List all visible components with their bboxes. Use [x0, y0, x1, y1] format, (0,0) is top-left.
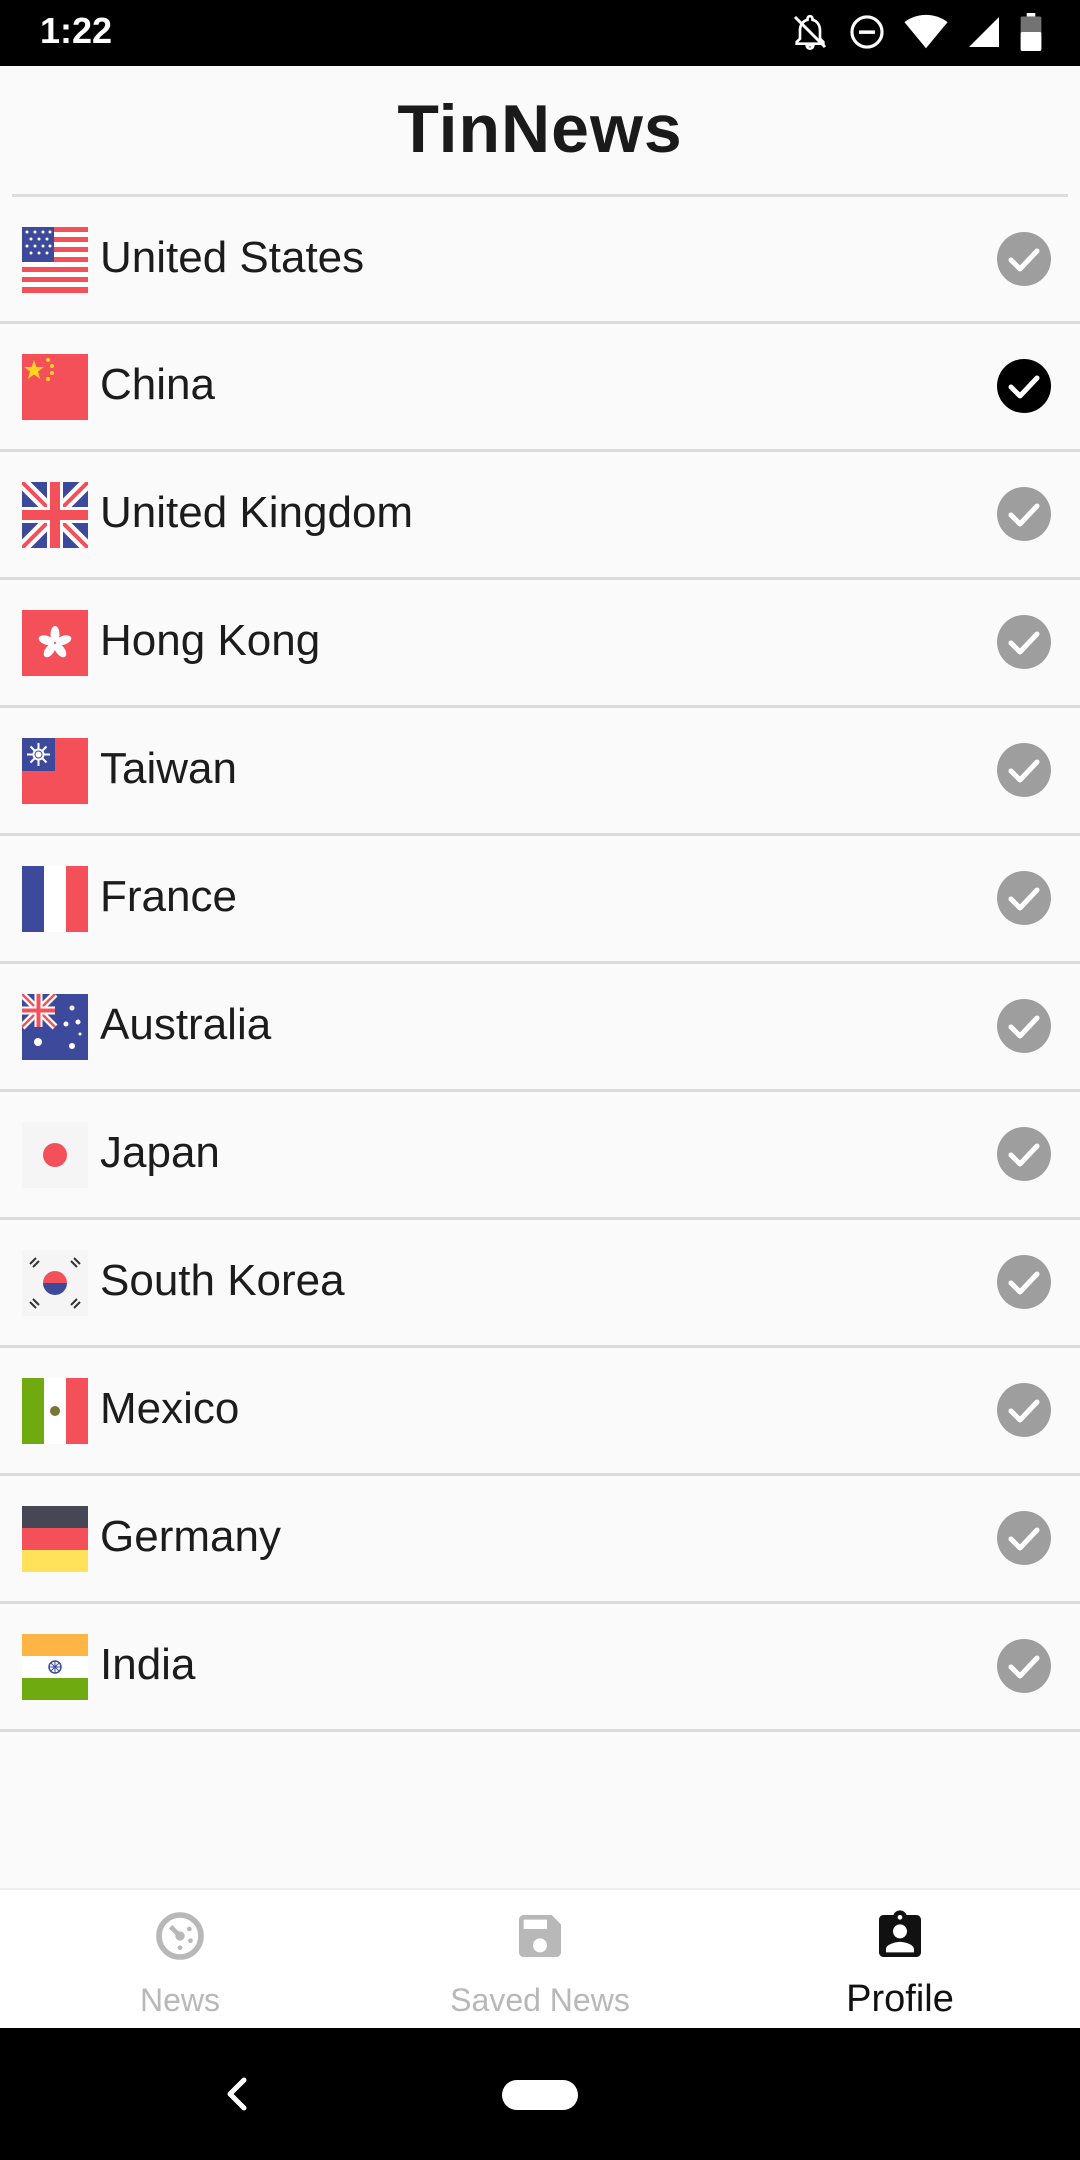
save-icon	[512, 1908, 568, 1969]
check-circle-icon[interactable]	[996, 1254, 1052, 1310]
check-circle-icon[interactable]	[996, 614, 1052, 670]
country-name: Australia	[100, 1000, 272, 1049]
country-list: United States China United Kingdom Hong …	[0, 197, 1080, 1732]
nav-item-news[interactable]: News	[0, 1890, 360, 2030]
tw-flag-icon	[22, 738, 88, 804]
de-flag-icon	[22, 1506, 88, 1572]
check-circle-icon[interactable]	[996, 486, 1052, 542]
nav-item-profile[interactable]: Profile	[720, 1890, 1080, 2030]
country-row-united-states[interactable]: United States	[0, 197, 1080, 324]
au-flag-icon	[22, 994, 88, 1060]
back-icon[interactable]	[222, 2076, 250, 2117]
battery-icon	[1020, 13, 1042, 51]
notifications-off-icon	[790, 12, 830, 52]
country-row-taiwan[interactable]: Taiwan	[0, 708, 1080, 836]
check-circle-icon[interactable]	[996, 1382, 1052, 1438]
home-pill-button[interactable]	[502, 2080, 578, 2110]
country-name: United Kingdom	[100, 488, 414, 537]
status-icons	[790, 12, 1042, 52]
country-row-hong-kong[interactable]: Hong Kong	[0, 580, 1080, 708]
country-row-china[interactable]: China	[0, 324, 1080, 452]
country-name: France	[100, 872, 237, 921]
country-name: United States	[100, 233, 365, 282]
status-time: 1:22	[40, 10, 113, 51]
country-name: Mexico	[100, 1384, 240, 1433]
country-row-india[interactable]: India	[0, 1604, 1080, 1732]
country-name: Taiwan	[100, 744, 237, 793]
check-circle-icon[interactable]	[996, 231, 1052, 287]
us-flag-icon	[22, 227, 88, 293]
news-icon	[152, 1908, 208, 1969]
nav-item-saved-news[interactable]: Saved News	[360, 1890, 720, 2030]
fr-flag-icon	[22, 866, 88, 932]
check-circle-selected-icon[interactable]	[996, 358, 1052, 414]
country-row-germany[interactable]: Germany	[0, 1476, 1080, 1604]
hk-flag-icon	[22, 610, 88, 676]
app-title: TinNews	[397, 91, 683, 167]
profile-clipboard-icon	[872, 1908, 928, 1969]
country-name: Germany	[100, 1512, 281, 1561]
jp-flag-icon	[22, 1122, 88, 1188]
mx-flag-icon	[22, 1378, 88, 1444]
check-circle-icon[interactable]	[996, 1126, 1052, 1182]
country-row-australia[interactable]: Australia	[0, 964, 1080, 1092]
do-not-disturb-icon	[848, 13, 886, 51]
country-name: South Korea	[100, 1256, 345, 1305]
country-name: Hong Kong	[100, 616, 321, 665]
cn-flag-icon	[22, 354, 88, 420]
check-circle-icon[interactable]	[996, 870, 1052, 926]
system-navigation-bar	[0, 2028, 1080, 2160]
check-circle-icon[interactable]	[996, 1638, 1052, 1694]
country-row-mexico[interactable]: Mexico	[0, 1348, 1080, 1476]
app-header: TinNews	[0, 66, 1080, 196]
status-bar: 1:22	[0, 0, 1080, 66]
nav-label-news: News	[139, 1982, 220, 2018]
country-name: China	[100, 360, 215, 409]
nav-label-saved-news: Saved News	[450, 1982, 630, 2018]
country-row-united-kingdom[interactable]: United Kingdom	[0, 452, 1080, 580]
in-flag-icon	[22, 1634, 88, 1700]
country-name: Japan	[100, 1128, 220, 1177]
country-row-japan[interactable]: Japan	[0, 1092, 1080, 1220]
gb-flag-icon	[22, 482, 88, 548]
check-circle-icon[interactable]	[996, 1510, 1052, 1566]
check-circle-icon[interactable]	[996, 742, 1052, 798]
nav-label-profile: Profile	[846, 1978, 954, 2020]
check-circle-icon[interactable]	[996, 998, 1052, 1054]
country-name: India	[100, 1640, 196, 1689]
bottom-navigation: News Saved News Profile	[0, 1888, 1080, 2030]
country-row-south-korea[interactable]: South Korea	[0, 1220, 1080, 1348]
kr-flag-icon	[22, 1250, 88, 1316]
signal-icon	[966, 14, 1002, 50]
country-row-france[interactable]: France	[0, 836, 1080, 964]
wifi-icon	[904, 14, 948, 50]
